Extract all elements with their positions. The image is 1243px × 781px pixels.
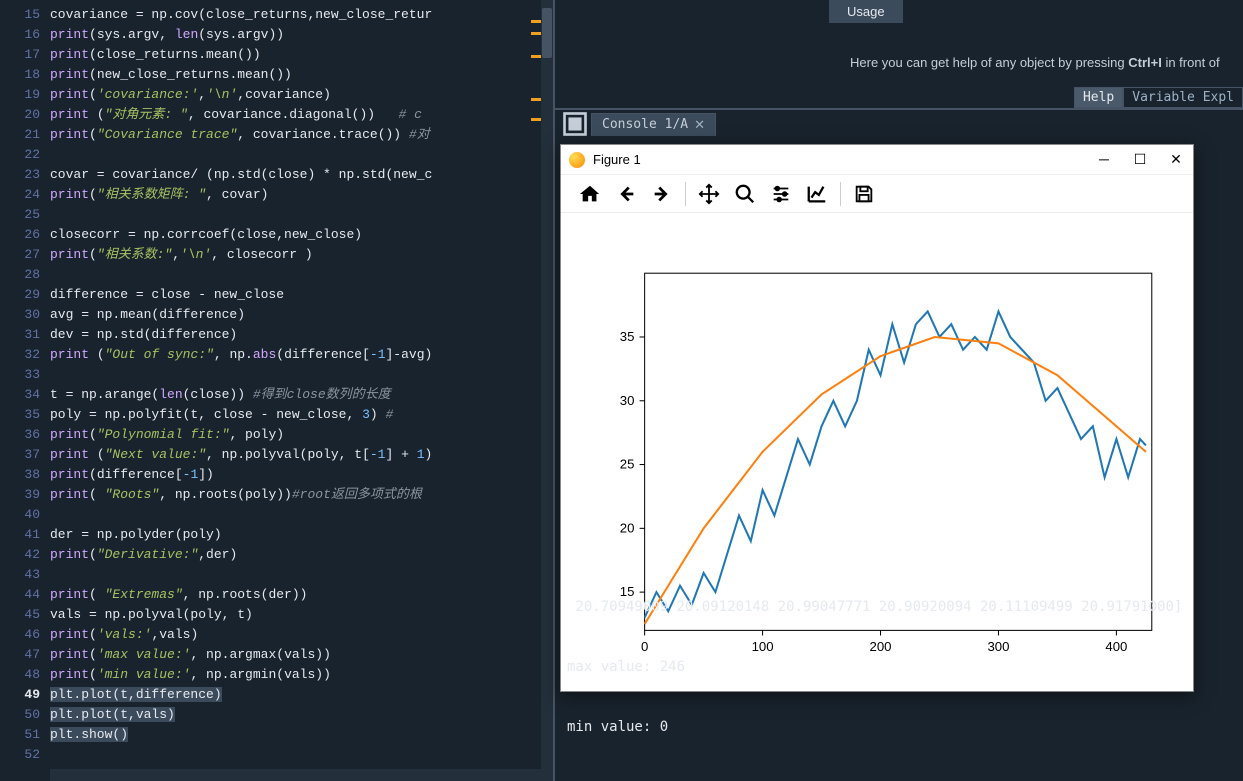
pan-icon[interactable] <box>692 179 726 209</box>
help-panel-tabs: Help Variable Expl <box>1074 87 1243 108</box>
forward-icon[interactable] <box>645 179 679 209</box>
console-output[interactable]: 20.70949009 20.09120148 20.99047771 20.9… <box>555 553 1243 781</box>
svg-text:20: 20 <box>620 520 635 535</box>
save-icon[interactable] <box>847 179 881 209</box>
configure-icon[interactable] <box>764 179 798 209</box>
help-title-tab: Usage <box>828 0 904 23</box>
code-editor[interactable]: covariance = np.cov(close_returns,new_cl… <box>50 0 553 781</box>
right-panel: Usage Here you can get help of any objec… <box>555 0 1243 781</box>
console-line: min value: 0 <box>567 717 1231 737</box>
figure-toolbar <box>561 175 1193 213</box>
minimize-button[interactable]: ─ <box>1095 151 1113 168</box>
back-icon[interactable] <box>609 179 643 209</box>
line-number-gutter: 1516171819202122232425262728293031323334… <box>0 0 50 781</box>
console-tab-label: Console 1/A <box>602 117 688 132</box>
svg-text:35: 35 <box>620 329 635 344</box>
zoom-icon[interactable] <box>728 179 762 209</box>
svg-text:25: 25 <box>620 457 635 472</box>
editor-marker-bar <box>531 0 541 781</box>
maximize-button[interactable]: ☐ <box>1131 151 1149 168</box>
close-icon[interactable]: ✕ <box>694 117 705 133</box>
help-text: Here you can get help of any object by p… <box>850 55 1220 70</box>
figure-app-icon <box>569 152 585 168</box>
figure-title: Figure 1 <box>593 152 1095 167</box>
editor-scrollbar-vertical[interactable] <box>541 0 553 781</box>
editor-scrollbar-horizontal[interactable] <box>50 769 541 781</box>
home-icon[interactable] <box>573 179 607 209</box>
editor-panel: 1516171819202122232425262728293031323334… <box>0 0 555 781</box>
edit-axes-icon[interactable] <box>800 179 834 209</box>
console-tab[interactable]: Console 1/A ✕ <box>591 113 716 136</box>
tab-variable-explorer[interactable]: Variable Expl <box>1123 87 1243 108</box>
close-button[interactable]: ✕ <box>1167 151 1185 168</box>
console-header: Console 1/A ✕ <box>555 110 1243 138</box>
help-panel: Usage Here you can get help of any objec… <box>555 0 1243 110</box>
console-line: 20.70949009 20.09120148 20.99047771 20.9… <box>567 597 1231 617</box>
scrollbar-thumb[interactable] <box>542 8 552 58</box>
svg-text:30: 30 <box>620 393 635 408</box>
console-line: max value: 246 <box>567 657 1231 677</box>
tab-help[interactable]: Help <box>1074 87 1123 108</box>
console-options-icon[interactable] <box>561 112 589 136</box>
figure-titlebar[interactable]: Figure 1 ─ ☐ ✕ <box>561 145 1193 175</box>
console-panel: Console 1/A ✕ Figure 1 ─ ☐ ✕ <box>555 110 1243 781</box>
